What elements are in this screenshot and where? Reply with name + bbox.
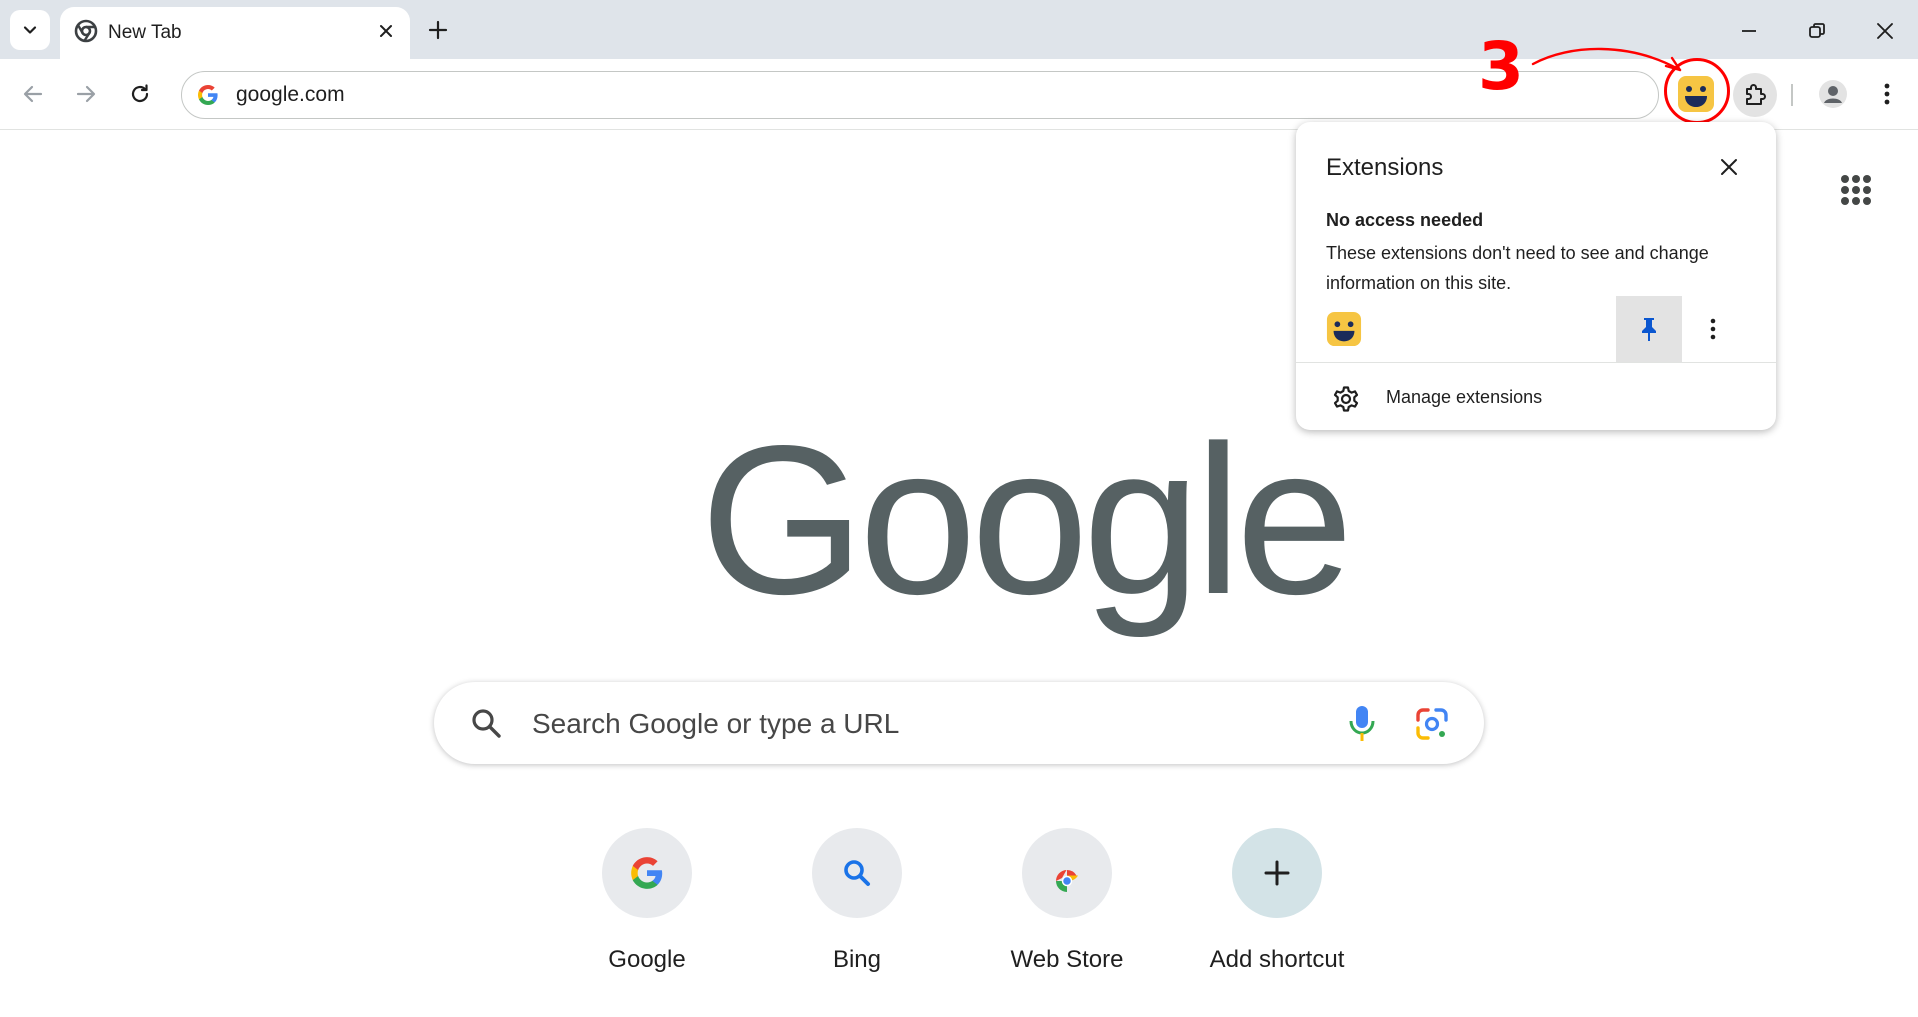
shortcut-label: Add shortcut xyxy=(1209,946,1345,973)
minimize-button[interactable] xyxy=(1732,14,1766,48)
shortcut-google[interactable]: Google xyxy=(557,828,737,988)
new-tab-button[interactable] xyxy=(424,16,452,44)
search-icon xyxy=(472,709,501,738)
tab-search-button[interactable] xyxy=(10,10,50,50)
address-bar[interactable]: google.com xyxy=(181,71,1659,119)
close-icon xyxy=(1721,159,1737,175)
back-button[interactable] xyxy=(15,76,51,112)
google-g-icon xyxy=(198,85,218,105)
url-text: google.com xyxy=(236,83,345,106)
minimize-icon xyxy=(1742,30,1756,32)
apps-dot xyxy=(1863,197,1871,205)
shortcut-tile xyxy=(1022,828,1112,918)
section-description: These extensions don't need to see and c… xyxy=(1326,243,1709,293)
shortcut-label: Google xyxy=(608,946,686,973)
gear-icon xyxy=(1333,386,1359,412)
chevron-down-icon xyxy=(23,26,37,34)
shortcut-tile xyxy=(812,828,902,918)
toolbar-divider xyxy=(1791,84,1793,106)
apps-dot xyxy=(1852,175,1860,183)
reload-icon xyxy=(131,84,149,103)
manage-extensions-item[interactable]: Manage extensions xyxy=(1296,363,1776,430)
close-window-button[interactable] xyxy=(1868,14,1902,48)
shortcut-bing[interactable]: Bing xyxy=(767,828,947,988)
shortcut-add[interactable]: Add shortcut xyxy=(1187,828,1367,988)
arrow-left-icon xyxy=(23,85,43,103)
search-placeholder: Search Google or type a URL xyxy=(532,708,900,739)
pin-icon xyxy=(1642,318,1656,341)
avatar-icon xyxy=(1819,80,1847,108)
profile-button[interactable] xyxy=(1815,76,1851,112)
plus-icon xyxy=(428,20,448,40)
plus-icon xyxy=(1264,860,1290,886)
extensions-button[interactable] xyxy=(1733,73,1777,117)
chrome-web-store-icon xyxy=(1051,867,1083,892)
apps-dot xyxy=(1841,186,1849,194)
shortcut-web-store[interactable]: Web Store xyxy=(977,828,1157,988)
extension-more-button[interactable] xyxy=(1698,314,1728,344)
restore-icon xyxy=(1809,23,1825,38)
reload-button[interactable] xyxy=(122,76,158,112)
kebab-menu-icon xyxy=(1710,318,1716,340)
pin-extension-button[interactable] xyxy=(1616,296,1682,362)
google-logo: Google xyxy=(700,401,1354,638)
shortcut-tile xyxy=(602,828,692,918)
section-title: No access needed xyxy=(1326,210,1484,230)
tab-new-tab[interactable]: New Tab xyxy=(60,7,410,59)
google-g-icon xyxy=(631,857,663,889)
annotation-step-number: 3 xyxy=(1478,28,1524,105)
close-icon xyxy=(380,25,392,37)
apps-dot xyxy=(1852,197,1860,205)
shortcut-label: Bing xyxy=(832,946,882,973)
manage-extensions-label: Manage extensions xyxy=(1386,387,1543,407)
smiley-extension-icon xyxy=(1326,311,1362,347)
chrome-icon xyxy=(74,19,98,43)
puzzle-icon xyxy=(1746,84,1766,105)
apps-dot xyxy=(1863,175,1871,183)
chrome-menu-button[interactable] xyxy=(1872,76,1902,112)
apps-dot xyxy=(1841,175,1849,183)
apps-dot xyxy=(1852,186,1860,194)
apps-dot xyxy=(1841,197,1849,205)
shortcut-label: Web Store xyxy=(1010,946,1124,973)
extensions-menu: Extensions No access needed These extens… xyxy=(1296,122,1776,430)
tab-close-button[interactable] xyxy=(374,19,398,43)
google-lens-icon[interactable] xyxy=(1414,706,1450,742)
apps-dot xyxy=(1863,186,1871,194)
kebab-menu-icon xyxy=(1884,83,1890,105)
extension-row[interactable] xyxy=(1296,296,1776,362)
search-box[interactable]: Search Google or type a URL xyxy=(434,682,1484,764)
shortcut-tile xyxy=(1232,828,1322,918)
bing-search-icon xyxy=(844,860,870,886)
annotation-circle xyxy=(1664,58,1730,124)
close-icon xyxy=(1877,23,1893,39)
microphone-icon[interactable] xyxy=(1348,704,1376,744)
arrow-right-icon xyxy=(76,85,96,103)
restore-button[interactable] xyxy=(1800,14,1834,48)
tab-title: New Tab xyxy=(108,22,182,43)
forward-button[interactable] xyxy=(68,76,104,112)
extensions-menu-close-button[interactable] xyxy=(1716,154,1742,180)
google-apps-button[interactable] xyxy=(1838,172,1874,208)
extension-name-redacted xyxy=(1374,318,1554,340)
extensions-menu-title: Extensions xyxy=(1326,154,1444,181)
